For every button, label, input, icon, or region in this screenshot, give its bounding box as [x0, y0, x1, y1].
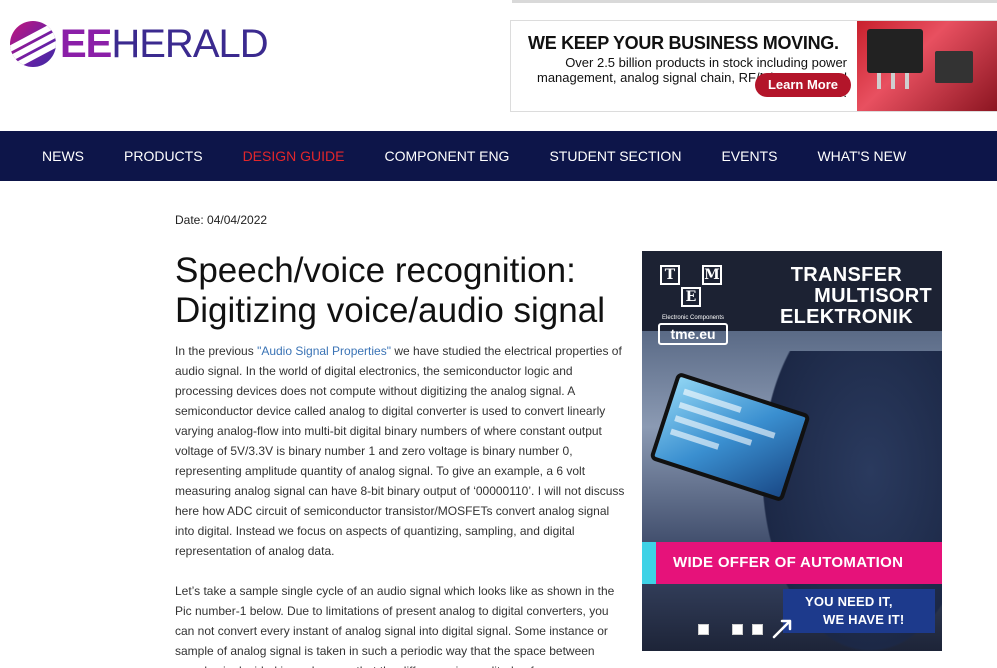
top-ad-banner[interactable]: WE KEEP YOUR BUSINESS MOVING. Over 2.5 b… [510, 20, 997, 112]
article-paragraph: In the previous "Audio Signal Properties… [175, 344, 625, 558]
nav-item-events[interactable]: EVENTS [721, 148, 777, 164]
carousel-dot[interactable] [732, 624, 743, 635]
nav-item-products[interactable]: PRODUCTS [124, 148, 203, 164]
tme-side-ad[interactable]: T M E Electronic Components tme.eu TRANS… [642, 251, 942, 651]
ad-headline: WE KEEP YOUR BUSINESS MOVING. [528, 33, 839, 53]
article-paragraph: Let’s take a sample single cycle of an a… [175, 584, 615, 668]
carousel-dot[interactable] [698, 624, 709, 635]
main-nav: NEWS PRODUCTS DESIGN GUIDE COMPONENT ENG… [0, 131, 997, 181]
carousel-dot[interactable] [752, 624, 763, 635]
circuit-board-image [857, 21, 997, 111]
article-title: Speech/voice recognition: Digitizing voi… [175, 251, 605, 330]
tme-logo: T M E Electronic Components tme.eu [656, 265, 730, 345]
nav-item-design-guide[interactable]: DESIGN GUIDE [243, 148, 345, 164]
nav-item-whats-new[interactable]: WHAT'S NEW [817, 148, 906, 164]
nav-item-news[interactable]: NEWS [42, 148, 84, 164]
cursor-arrow-icon [772, 619, 792, 639]
ad-offer-banner: WIDE OFFER OF AUTOMATION [656, 542, 942, 584]
nav-item-component-eng[interactable]: COMPONENT ENG [384, 148, 509, 164]
article-date: Date: 04/04/2022 [175, 213, 268, 227]
audio-signal-properties-link[interactable]: "Audio Signal Properties" [257, 344, 391, 358]
eeherald-logo-icon [10, 21, 56, 67]
learn-more-button[interactable]: Learn More [755, 73, 851, 97]
tme-url: tme.eu [658, 323, 728, 345]
article-body: In the previous "Audio Signal Properties… [175, 341, 627, 668]
nav-item-student-section[interactable]: STUDENT SECTION [549, 148, 681, 164]
tme-logo-subtitle: Electronic Components [661, 315, 725, 321]
ad-company-name: TRANSFER MULTISORT ELEKTRONIK [780, 264, 932, 328]
ad-tagline: YOU NEED IT, WE HAVE IT! [783, 589, 935, 633]
top-divider [512, 0, 997, 3]
logo-wordmark: EEHERALD [60, 22, 269, 66]
site-logo[interactable]: EEHERALD [10, 20, 269, 68]
